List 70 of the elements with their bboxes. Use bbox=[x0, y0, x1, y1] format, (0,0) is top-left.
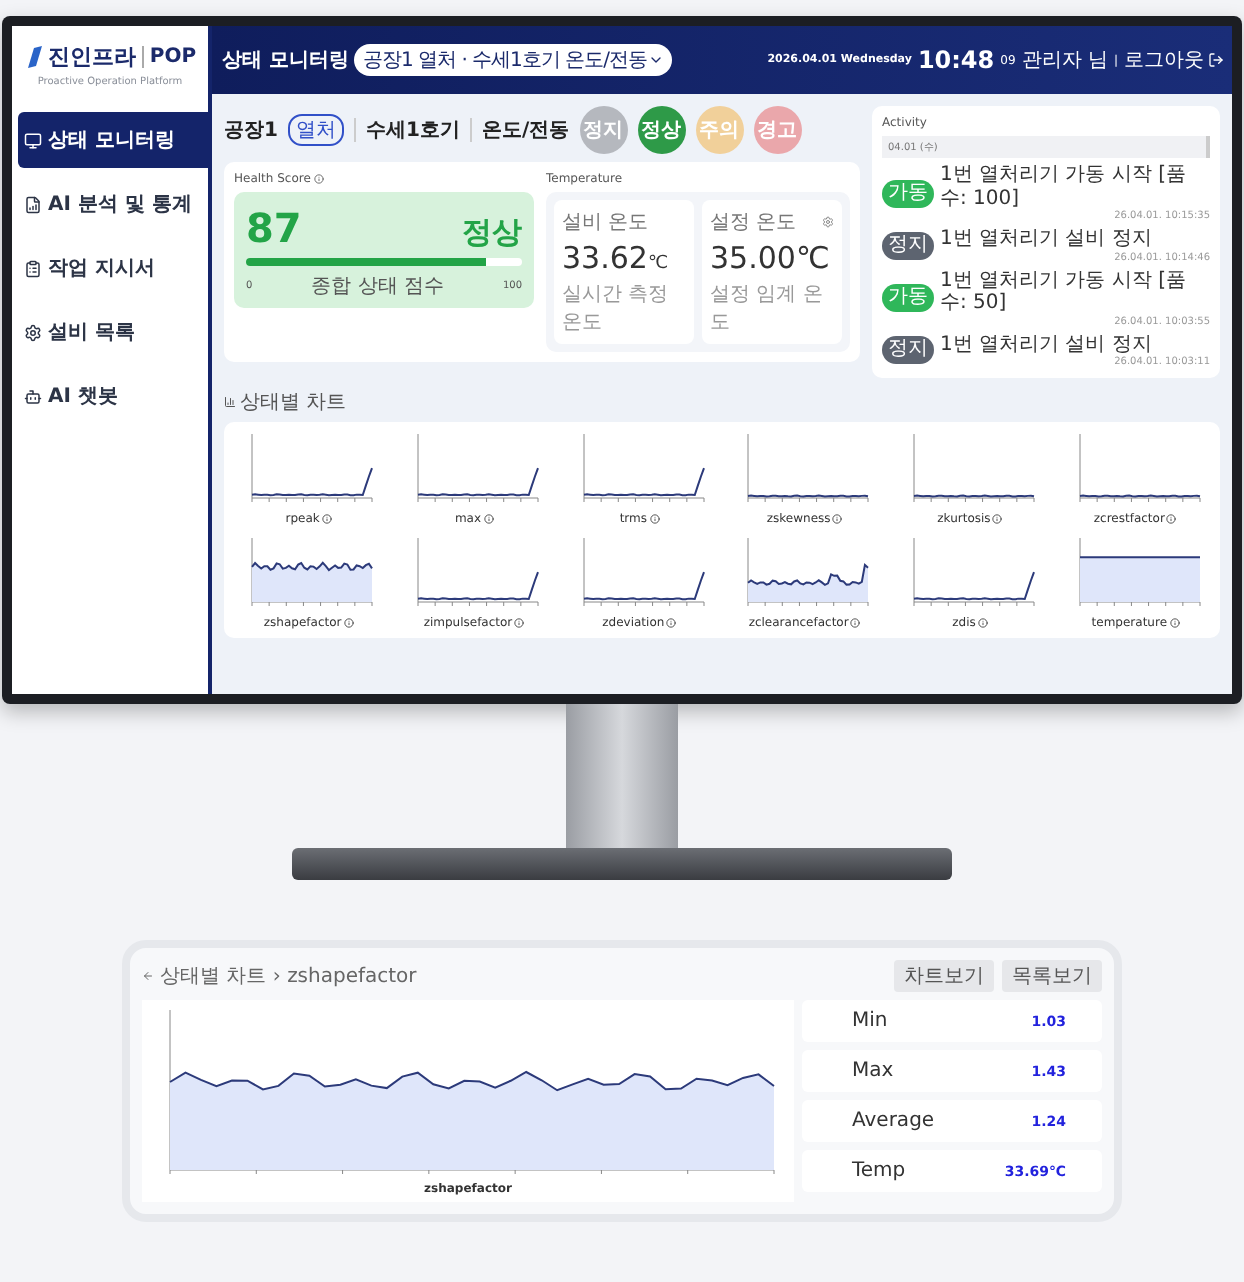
info-icon[interactable] bbox=[977, 618, 988, 628]
clock-time: 10:48 bbox=[917, 46, 995, 74]
page-title: 상태 모니터링 bbox=[222, 48, 349, 74]
info-icon[interactable] bbox=[666, 618, 677, 628]
product-name: POP bbox=[141, 46, 197, 68]
temperature-value: 33.62℃ bbox=[562, 240, 671, 276]
sidebar-item[interactable]: 작업 지시서 bbox=[18, 240, 208, 296]
info-icon[interactable] bbox=[483, 514, 494, 524]
temperature-label: 설비 온도 bbox=[562, 210, 649, 236]
nav-icon bbox=[24, 259, 42, 277]
temperature-value: 35.00℃ bbox=[710, 240, 832, 276]
activity-text: 1번 열처리기 가동 시작 [품수: 100] bbox=[940, 164, 1188, 210]
stat-label: Average bbox=[852, 1110, 935, 1132]
nav-icon bbox=[24, 195, 42, 213]
stat-label: Temp bbox=[852, 1160, 906, 1182]
logout-icon bbox=[1208, 52, 1224, 68]
activity-badge: 정지 bbox=[882, 336, 934, 365]
info-icon[interactable] bbox=[321, 514, 332, 524]
activity-text: 1번 열처리기 설비 정지 bbox=[940, 228, 1154, 251]
stat-label: Max bbox=[852, 1060, 894, 1082]
nav-icon bbox=[24, 323, 42, 341]
status-chip: 주의 bbox=[695, 106, 744, 154]
temperature-caption: 설정 임계 온도 bbox=[710, 282, 825, 336]
temperature-label: 설정 온도 bbox=[710, 210, 797, 236]
activity-text: 1번 열처리기 가동 시작 [품수: 50] bbox=[940, 269, 1188, 315]
view-button[interactable]: 목록보기 bbox=[1002, 960, 1102, 992]
factory-tag: 열처 bbox=[287, 114, 344, 146]
charts-title: 상태별 차트 bbox=[224, 388, 1220, 416]
breadcrumb-dropdown[interactable]: 공장1 열처 · 수세1호기 온도/전동 bbox=[354, 44, 673, 76]
info-icon[interactable] bbox=[514, 618, 525, 628]
sidebar-item[interactable]: AI 챗봇 bbox=[18, 368, 208, 424]
status-chip: 경고 bbox=[753, 106, 802, 154]
sidebar-item[interactable]: 상태 모니터링 bbox=[18, 112, 208, 168]
sensor-name: 온도/전동 bbox=[481, 118, 570, 144]
status-chip: 정상 bbox=[637, 106, 686, 154]
factory-name: 공장1 bbox=[224, 118, 278, 144]
stat-label: Min bbox=[852, 1010, 888, 1032]
bar-chart-icon bbox=[224, 396, 236, 408]
sidebar-item[interactable]: AI 분석 및 통계 bbox=[18, 176, 208, 232]
info-icon[interactable] bbox=[1169, 618, 1180, 628]
health-score: 87 bbox=[246, 204, 302, 252]
info-icon[interactable] bbox=[992, 514, 1003, 524]
info-icon[interactable] bbox=[314, 174, 325, 184]
brand-name: 진인프라 bbox=[47, 42, 136, 72]
user-name: 관리자 님 bbox=[1021, 48, 1108, 74]
sidebar-item[interactable]: 설비 목록 bbox=[18, 304, 208, 360]
info-icon[interactable] bbox=[343, 618, 354, 628]
back-arrow-icon[interactable] bbox=[142, 970, 154, 982]
chevron-down-icon bbox=[648, 52, 665, 68]
monitor-stand bbox=[566, 704, 678, 848]
nav-icon bbox=[24, 387, 42, 405]
status-chip: 정지 bbox=[579, 106, 628, 154]
temperature-caption: 실시간 측정 온도 bbox=[562, 282, 671, 336]
info-icon[interactable] bbox=[649, 514, 659, 524]
settings-icon[interactable] bbox=[822, 216, 834, 228]
info-icon[interactable] bbox=[1166, 514, 1177, 524]
activity-badge: 가동 bbox=[882, 179, 934, 207]
info-icon[interactable] bbox=[850, 618, 861, 628]
detail-breadcrumb: 상태별 차트 › zshapefactor bbox=[142, 962, 417, 990]
nav-icon bbox=[24, 131, 42, 149]
view-button[interactable]: 차트보기 bbox=[894, 960, 994, 992]
logout-button[interactable]: 로그아웃 bbox=[1124, 46, 1224, 74]
activity-badge: 정지 bbox=[882, 231, 934, 260]
line-name: 수세1호기 bbox=[365, 118, 460, 144]
health-status: 정상 bbox=[462, 214, 522, 252]
activity-badge: 가동 bbox=[882, 284, 934, 312]
activity-text: 1번 열처리기 설비 정지 bbox=[940, 333, 1154, 356]
score-caption: 종합 상태 점수 bbox=[311, 274, 444, 300]
logo-icon bbox=[23, 46, 42, 68]
info-icon[interactable] bbox=[832, 514, 843, 524]
